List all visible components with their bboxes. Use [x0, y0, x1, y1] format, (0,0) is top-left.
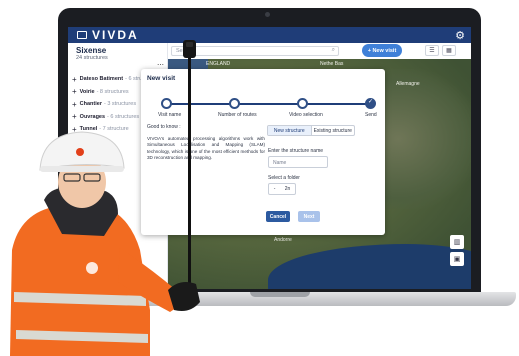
folder-name: Chantier [79, 101, 102, 108]
camera-pole [188, 56, 191, 286]
grid-view-icon[interactable]: ▦ [442, 45, 456, 56]
folder-name: Tunnel [79, 126, 98, 133]
search-icon: ⌕ [331, 47, 335, 53]
folder-select[interactable]: - 2n [268, 183, 296, 195]
map-image-icon[interactable]: ▣ [450, 252, 464, 266]
step-label: Number of routes [218, 112, 257, 118]
cancel-button[interactable]: Cancel [266, 211, 290, 222]
structure-name-label: Enter the structure name [268, 148, 324, 154]
search-input[interactable]: Search ⌕ [171, 46, 339, 56]
step-label: Visit name [158, 112, 182, 118]
folder-count: - 7 structure [99, 126, 129, 133]
map-label: Allemagne [396, 81, 420, 87]
logo-icon [77, 31, 87, 39]
folder-value: 2n [284, 186, 291, 192]
new-structure-tab[interactable]: New structure [268, 126, 311, 135]
new-visit-modal: New visit Visit name Number of routes Vi… [141, 69, 385, 235]
reflective-stripe [16, 330, 148, 343]
map-label: Andorre [274, 237, 292, 243]
plus-icon[interactable]: + [72, 100, 77, 109]
camera-lens [186, 42, 193, 47]
product-photo: VIVDA ⚙ Sixense 24 structures ⋯ + Dateso… [0, 0, 519, 356]
folder-count: - 6 structures [107, 113, 140, 120]
step-4-indicator [365, 98, 376, 109]
folder-count: - 3 structures [103, 101, 137, 108]
gear-icon[interactable]: ⚙ [455, 29, 465, 42]
new-visit-button[interactable]: + New visit [362, 44, 402, 57]
existing-structure-tab[interactable]: Existing structure [310, 126, 355, 135]
step-2-indicator [229, 98, 240, 109]
more-icon[interactable]: ⋯ [157, 61, 164, 69]
step-label: Video selection [289, 112, 323, 118]
folder-name: Dateso Batiment [79, 76, 124, 83]
folder-label: Select a folder [268, 175, 300, 181]
app-screen: VIVDA ⚙ Sixense 24 structures ⋯ + Dateso… [68, 27, 471, 289]
app-topbar: VIVDA ⚙ [68, 27, 471, 43]
minus-icon: - [273, 186, 276, 192]
plus-icon[interactable]: + [72, 112, 77, 121]
structure-name-input[interactable]: Name [268, 156, 328, 168]
slam-description: VIVOA's automated processing algorithms … [147, 136, 265, 160]
plus-icon[interactable]: + [72, 87, 77, 96]
good-to-know-label: Good to know : [147, 124, 181, 130]
laptop-notch [250, 292, 310, 297]
step-1-indicator [161, 98, 172, 109]
list-view-icon[interactable]: ☰ [425, 45, 439, 56]
step-label: Send [365, 112, 377, 118]
plus-icon[interactable]: + [72, 75, 77, 84]
stepper-track [167, 103, 373, 105]
webcam [265, 12, 270, 17]
map-label: Nethe Bas [320, 61, 344, 67]
folder-name: Voirie [79, 88, 95, 95]
plus-icon[interactable]: + [72, 125, 77, 134]
project-count: 24 structures [76, 55, 108, 61]
structure-type-toggle[interactable]: New structure Existing structure [267, 125, 355, 136]
map-label: ENGLAND [206, 61, 231, 67]
app-logo: VIVDA [92, 28, 139, 42]
folder-count: - 8 structures [96, 88, 129, 95]
folder-name: Ouvrages [79, 113, 106, 120]
modal-title: New visit [147, 75, 176, 82]
project-title: Sixense [76, 46, 107, 55]
step-3-indicator [297, 98, 308, 109]
map-layers-icon[interactable]: ▥ [450, 235, 464, 249]
next-button[interactable]: Next [298, 211, 320, 222]
